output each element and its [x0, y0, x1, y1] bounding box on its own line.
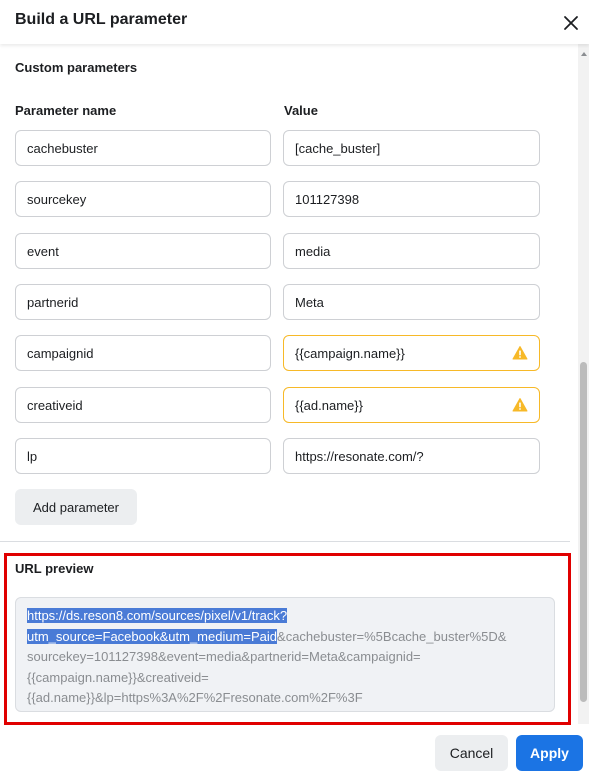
parameter-name-input[interactable]: campaignid: [15, 335, 271, 371]
parameter-name-text: event: [27, 243, 59, 259]
parameter-value-text: {{ad.name}}: [295, 397, 363, 413]
parameter-name-input[interactable]: lp: [15, 438, 271, 474]
parameter-value-input[interactable]: 101127398: [283, 181, 540, 217]
scrollbar-thumb[interactable]: [580, 362, 587, 702]
url-preview-selected-text: https://ds.reson8.com/sources/pixel/v1/t…: [27, 608, 288, 623]
parameter-name-text: sourcekey: [27, 191, 87, 207]
parameter-value-input[interactable]: [cache_buster]: [283, 130, 540, 166]
url-preview-heading: URL preview: [15, 561, 94, 576]
parameter-value-input[interactable]: media: [283, 233, 540, 269]
parameter-value-text: [cache_buster]: [295, 140, 381, 156]
parameter-name-text: campaignid: [27, 345, 94, 361]
parameter-value-input[interactable]: {{ad.name}}: [283, 387, 540, 423]
warning-icon: [512, 398, 528, 412]
parameter-name-column-label: Parameter name: [15, 103, 117, 118]
scroll-up-arrow-icon[interactable]: [581, 52, 587, 56]
parameter-value-input[interactable]: https://resonate.com/?: [283, 438, 540, 474]
url-preview-text: sourcekey=101127398&event=media&partneri…: [27, 649, 421, 664]
parameter-name-input[interactable]: event: [15, 233, 271, 269]
url-preview-text: {{ad.name}}&lp=https%3A%2F%2Fresonate.co…: [27, 690, 363, 705]
parameter-name-input[interactable]: sourcekey: [15, 181, 271, 217]
add-parameter-button[interactable]: Add parameter: [15, 489, 137, 525]
parameter-value-text: Meta: [295, 294, 324, 310]
parameter-name-text: cachebuster: [27, 140, 98, 156]
parameter-name-text: lp: [27, 448, 38, 464]
custom-parameters-heading: Custom parameters: [15, 60, 138, 75]
close-icon[interactable]: [560, 12, 582, 34]
value-column-label: Value: [284, 103, 318, 118]
apply-button[interactable]: Apply: [516, 735, 583, 771]
parameter-name-text: partnerid: [27, 294, 79, 310]
build-url-parameter-dialog: Build a URL parameter Custom parameters …: [0, 0, 589, 773]
parameter-value-text: 101127398: [295, 191, 360, 207]
cancel-button[interactable]: Cancel: [435, 735, 508, 771]
parameter-value-input[interactable]: {{campaign.name}}: [283, 335, 540, 371]
parameter-value-text: {{campaign.name}}: [295, 345, 405, 361]
section-divider: [0, 541, 570, 542]
dialog-title: Build a URL parameter: [15, 11, 188, 28]
parameter-value-input[interactable]: Meta: [283, 284, 540, 320]
parameter-value-text: media: [295, 243, 331, 259]
dialog-header: Build a URL parameter: [0, 0, 589, 44]
url-preview-text: {{campaign.name}}&creativeid=: [27, 669, 209, 685]
warning-icon: [512, 346, 528, 360]
url-preview-selected-text: utm_source=Facebook&utm_medium=Paid: [27, 628, 278, 644]
parameter-name-input[interactable]: cachebuster: [15, 130, 271, 166]
parameter-name-input[interactable]: creativeid: [15, 387, 271, 423]
parameter-name-text: creativeid: [27, 397, 83, 413]
url-preview-text-box[interactable]: https://ds.reson8.com/sources/pixel/v1/t…: [15, 597, 555, 712]
parameter-value-text: https://resonate.com/?: [295, 448, 424, 464]
url-preview-text: &cachebuster=%5Bcache_buster%5D&: [277, 628, 507, 644]
parameter-name-input[interactable]: partnerid: [15, 284, 271, 320]
